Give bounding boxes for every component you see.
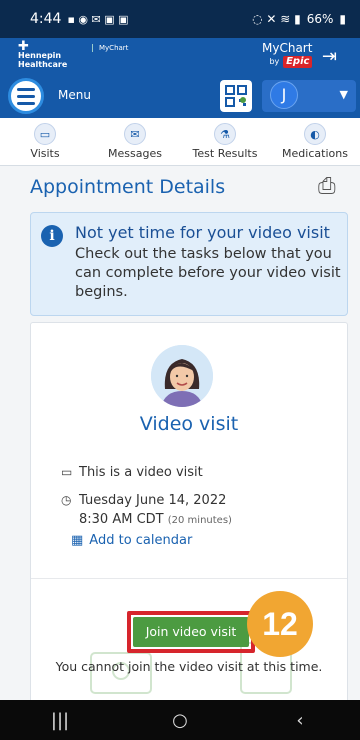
envelope-icon: ✉ xyxy=(124,123,146,145)
battery-level: 66% xyxy=(306,12,334,26)
visit-type-row: ▭ This is a video visit xyxy=(61,465,203,480)
info-banner: i Not yet time for your video visit Chec… xyxy=(30,212,348,316)
tab-test-results[interactable]: ⚗ Test Results xyxy=(180,118,270,165)
banner-text: Check out the tasks below that you can c… xyxy=(75,246,341,300)
video-camera-icon: ▭ xyxy=(61,465,73,479)
join-button-highlight: Join video visit xyxy=(127,611,255,653)
tab-visits[interactable]: ▭ Visits xyxy=(0,118,90,165)
visit-datetime-row: ◷ Tuesday June 14, 2022 xyxy=(61,493,227,508)
tab-messages[interactable]: ✉ Messages xyxy=(90,118,180,165)
hamburger-icon xyxy=(17,87,35,91)
flask-icon: ⚗ xyxy=(214,123,236,145)
back-icon[interactable]: ‹ xyxy=(270,710,330,731)
mychart-small-logo: MyChart xyxy=(92,44,128,52)
menu-label[interactable]: Menu xyxy=(58,88,91,102)
pill-icon: ◐ xyxy=(304,123,326,145)
info-icon: i xyxy=(41,225,63,247)
hennepin-healthcare-logo: ✚ Hennepin Healthcare xyxy=(18,39,68,69)
page-title: Appointment Details xyxy=(30,176,226,198)
signal-icons: ◌ ✕ ≋ ▮ xyxy=(252,12,301,26)
clock-icon: ◷ xyxy=(61,493,72,507)
hennepin-mark-icon: ✚ xyxy=(18,39,29,54)
recent-apps-icon[interactable]: ||| xyxy=(30,710,90,731)
card-divider xyxy=(31,578,347,579)
battery-icon: ▮ xyxy=(339,12,346,26)
visit-time-row: 8:30 AM CDT (20 minutes) xyxy=(79,512,232,527)
status-time: 4:44 xyxy=(30,11,62,27)
menu-button[interactable] xyxy=(8,78,44,114)
mychart-epic-logo: MyChart by Epic xyxy=(262,41,313,68)
qr-code-icon xyxy=(225,85,247,107)
logout-icon[interactable]: ⇥ xyxy=(322,46,337,67)
appointment-card: Video visit ▭ This is a video visit ◷ Tues… xyxy=(30,322,348,722)
android-navigation-bar: ||| ○ ‹ xyxy=(0,700,360,740)
user-avatar: J xyxy=(270,81,298,109)
printer-icon[interactable]: ⎙ xyxy=(318,174,336,199)
status-bar: 4:44 ▪ ◉ ✉ ▣ ▣ ◌ ✕ ≋ ▮ 66% ▮ xyxy=(0,0,360,38)
brand-header: ✚ Hennepin Healthcare MyChart MyChart by… xyxy=(0,38,360,74)
tab-medications[interactable]: ◐ Medications xyxy=(270,118,360,165)
notification-icons: ▪ ◉ ✉ ▣ ▣ xyxy=(67,12,129,26)
calendar-add-icon: ▦ xyxy=(71,533,84,548)
visit-title: Video visit xyxy=(139,413,239,435)
user-switcher[interactable]: J ▼ xyxy=(262,80,356,112)
activity-tabs: ▭ Visits ✉ Messages ⚗ Test Results ◐ Med… xyxy=(0,118,360,166)
chevron-down-icon: ▼ xyxy=(339,88,348,101)
join-video-visit-button[interactable]: Join video visit xyxy=(133,617,249,647)
cannot-join-message: You cannot join the video visit at this … xyxy=(55,659,323,674)
step-number-badge: 12 xyxy=(247,591,313,657)
banner-title: Not yet time for your video visit xyxy=(75,223,330,242)
provider-avatar xyxy=(151,345,213,407)
nav-bar: Menu J ▼ xyxy=(0,74,360,118)
add-to-calendar-link[interactable]: ▦ Add to calendar xyxy=(71,533,192,548)
provider-avatar-image xyxy=(151,345,213,407)
calendar-icon: ▭ xyxy=(34,123,56,145)
home-icon[interactable]: ○ xyxy=(150,710,210,731)
qr-code-button[interactable] xyxy=(220,80,252,112)
